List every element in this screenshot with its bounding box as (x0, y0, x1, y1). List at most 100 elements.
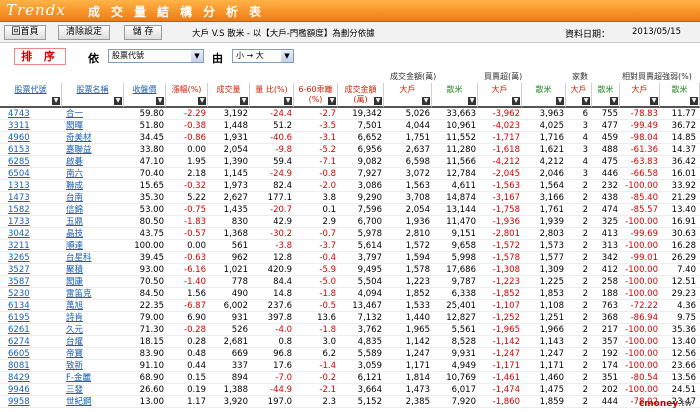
col-header-house-big[interactable]: 大戶 ▼ (566, 83, 592, 108)
table-row[interactable]: 3311 閎暉 51.80 -0.38 1,448 51.2 -3.5 7,501 4,044 1… (0, 120, 700, 132)
cell-code[interactable]: 6274 (8, 336, 54, 348)
col-header-vol-ratio[interactable]: 量 比(%) ▼ (250, 83, 294, 108)
table-row[interactable]: 6134 萬旭 22.35 -6.87 6,002 237.6 -0.5 13,467 1,53… (0, 300, 700, 312)
table-row[interactable]: 3042 晶技 43.75 -0.57 1,368 -30.2 -0.7 5,978 2,810… (0, 228, 700, 240)
filter-dropdown-icon[interactable]: ▼ (650, 97, 658, 105)
table-row[interactable]: 4960 奇美材 34.45 -0.86 1,931 -40.6 -3.1 6,652 1,75… (0, 132, 700, 144)
col-header-name[interactable]: 股票名稱 ▼ (62, 83, 124, 108)
cell-code[interactable]: 3211 (8, 240, 54, 252)
cell-code[interactable]: 9958 (8, 396, 54, 408)
filter-dropdown-icon[interactable]: ▼ (582, 97, 590, 105)
filter-dropdown-icon[interactable]: ▼ (284, 97, 292, 105)
cell-name[interactable]: F-金麗 (66, 372, 120, 384)
col-header-net-retail[interactable]: 散米 ▼ (522, 83, 566, 108)
cell-name[interactable]: 台燿 (66, 336, 120, 348)
cell-code[interactable]: 3042 (8, 228, 54, 240)
filter-dropdown-icon[interactable]: ▼ (52, 97, 60, 105)
col-header-house-retail[interactable]: 散米 ▼ (592, 83, 620, 108)
col-header-deviation[interactable]: 6-60乖離(%) ▼ (294, 83, 338, 108)
cell-name[interactable]: 閎暉 (66, 120, 120, 132)
cell-name[interactable]: 啟碁 (66, 156, 120, 168)
home-button[interactable]: 回首頁 (4, 25, 46, 40)
cell-name[interactable]: 三發 (66, 384, 120, 396)
filter-dropdown-icon[interactable]: ▼ (240, 97, 248, 105)
table-row[interactable]: 9946 三發 26.60 0.19 1,388 -44.9 -2.1 3,664 1,473 6… (0, 384, 700, 396)
cell-code[interactable]: 8081 (8, 360, 54, 372)
col-header-rel-big[interactable]: 大戶 ▼ (620, 83, 660, 108)
table-row[interactable]: 6605 帝寶 83.90 0.48 669 96.8 6.2 5,589 1,247 9,931… (0, 348, 700, 360)
cell-name[interactable]: 台星科 (66, 252, 120, 264)
col-header-rel-retail[interactable]: 散米 ▼ (660, 83, 700, 108)
table-row[interactable]: 3587 閎康 70.50 -1.40 778 84.4 -5.0 5,504 1,223 9,7… (0, 276, 700, 288)
sort-button[interactable]: 排 序 (14, 48, 66, 65)
filter-dropdown-icon[interactable]: ▼ (422, 97, 430, 105)
cell-code[interactable]: 6134 (8, 300, 54, 312)
filter-dropdown-icon[interactable]: ▼ (690, 97, 698, 105)
cell-code[interactable]: 4743 (8, 108, 54, 120)
cell-code[interactable]: 3311 (8, 120, 54, 132)
cell-code[interactable]: 5230 (8, 288, 54, 300)
table-row[interactable]: 5230 雷笛克 84.50 1.56 490 14.8 -1.8 4,094 1,852 6,3… (0, 288, 700, 300)
chevron-down-icon[interactable]: ▼ (191, 50, 203, 62)
table-row[interactable]: 3211 順達 100.00 0.00 561 -3.8 -3.7 5,614 1,572 9,6… (0, 240, 700, 252)
cell-code[interactable]: 6153 (8, 144, 54, 156)
cell-name[interactable]: 五鼎 (66, 216, 120, 228)
cell-code[interactable]: 3265 (8, 252, 54, 264)
col-header-net-big[interactable]: 大戶 ▼ (478, 83, 522, 108)
cell-name[interactable]: 順達 (66, 240, 120, 252)
cell-code[interactable]: 1582 (8, 204, 54, 216)
table-row[interactable]: 6195 詩肯 79.00 6.90 931 397.8 13.6 7,132 1,440 12,… (0, 312, 700, 324)
cell-code[interactable]: 8429 (8, 372, 54, 384)
cell-code[interactable]: 9946 (8, 384, 54, 396)
cell-name[interactable]: 雷笛克 (66, 288, 120, 300)
col-header-code[interactable]: 股票代號 ▼ (0, 83, 62, 108)
cell-code[interactable]: 3527 (8, 264, 54, 276)
table-row[interactable]: 8429 F-金麗 68.90 0.15 894 -7.0 -0.2 6,121 1,814 10… (0, 372, 700, 384)
col-header-volume[interactable]: 成交量 ▼ (208, 83, 250, 108)
filter-dropdown-icon[interactable]: ▼ (512, 97, 520, 105)
table-row[interactable]: 3265 台星科 39.45 -0.63 962 12.8 -0.4 3,797 1,594 5,… (0, 252, 700, 264)
cell-code[interactable]: 1313 (8, 180, 54, 192)
cell-code[interactable]: 6504 (8, 168, 54, 180)
filter-dropdown-icon[interactable]: ▼ (198, 97, 206, 105)
col-header-amount-retail[interactable]: 散米 ▼ (432, 83, 478, 108)
cell-name[interactable]: 嘉聯益 (66, 144, 120, 156)
cell-name[interactable]: 合一 (66, 108, 120, 120)
cell-code[interactable]: 4960 (8, 132, 54, 144)
table-row[interactable]: 8081 致新 91.10 0.44 337 17.6 -1.4 3,059 1,171 4,94… (0, 360, 700, 372)
save-button[interactable]: 儲 存 (124, 25, 162, 40)
cell-code[interactable]: 1473 (8, 192, 54, 204)
cell-code[interactable]: 6605 (8, 348, 54, 360)
col-header-amount-big[interactable]: 大戶 ▼ (384, 83, 432, 108)
cell-name[interactable]: 聯成 (66, 180, 120, 192)
table-row[interactable]: 3527 聚積 93.00 -6.16 1,021 420.9 -5.9 9,495 1,578… (0, 264, 700, 276)
col-header-change[interactable]: 漲幅(%) ▼ (166, 83, 208, 108)
table-row[interactable]: 6261 久元 71.30 -0.28 526 -4.0 -1.8 3,762 1,965 5,5… (0, 324, 700, 336)
filter-dropdown-icon[interactable]: ▼ (156, 97, 164, 105)
cell-name[interactable]: 致新 (66, 360, 120, 372)
cell-code[interactable]: 6261 (8, 324, 54, 336)
clear-settings-button[interactable]: 清除設定 (58, 25, 110, 40)
cell-name[interactable]: 台南 (66, 192, 120, 204)
filter-dropdown-icon[interactable]: ▼ (374, 97, 382, 105)
filter-dropdown-icon[interactable]: ▼ (610, 97, 618, 105)
cell-code[interactable]: 3587 (8, 276, 54, 288)
chevron-down-icon[interactable]: ▼ (281, 50, 293, 62)
cell-name[interactable]: 世紀鋼 (66, 396, 120, 408)
table-row[interactable]: 6504 南六 70.40 2.18 1,145 -24.9 -0.8 7,927 3,072 1… (0, 168, 700, 180)
cell-code[interactable]: 6195 (8, 312, 54, 324)
filter-dropdown-icon[interactable]: ▼ (468, 97, 476, 105)
table-row[interactable]: 1733 五鼎 80.50 -1.83 830 42.9 2.9 6,700 1,936 11,4… (0, 216, 700, 228)
filter-dropdown-icon[interactable]: ▼ (114, 97, 122, 105)
cell-name[interactable]: 閎康 (66, 276, 120, 288)
table-row[interactable]: 4743 合一 59.80 -2.29 3,192 -24.4 -2.7 19,342 5,02… (0, 108, 700, 120)
cell-name[interactable]: 信錦 (66, 204, 120, 216)
sort-order-select[interactable]: 小 → 大 ▼ (232, 49, 294, 63)
cell-name[interactable]: 萬旭 (66, 300, 120, 312)
table-row[interactable]: 6274 台燿 18.15 0.28 2,681 0.8 3.0 4,835 1,142 8,52… (0, 336, 700, 348)
cell-code[interactable]: 6285 (8, 156, 54, 168)
cell-name[interactable]: 帝寶 (66, 348, 120, 360)
table-row[interactable]: 6285 啟碁 47.10 1.95 1,390 59.4 -7.1 9,082 6,598 11… (0, 156, 700, 168)
cell-name[interactable]: 南六 (66, 168, 120, 180)
filter-dropdown-icon[interactable]: ▼ (328, 97, 336, 105)
